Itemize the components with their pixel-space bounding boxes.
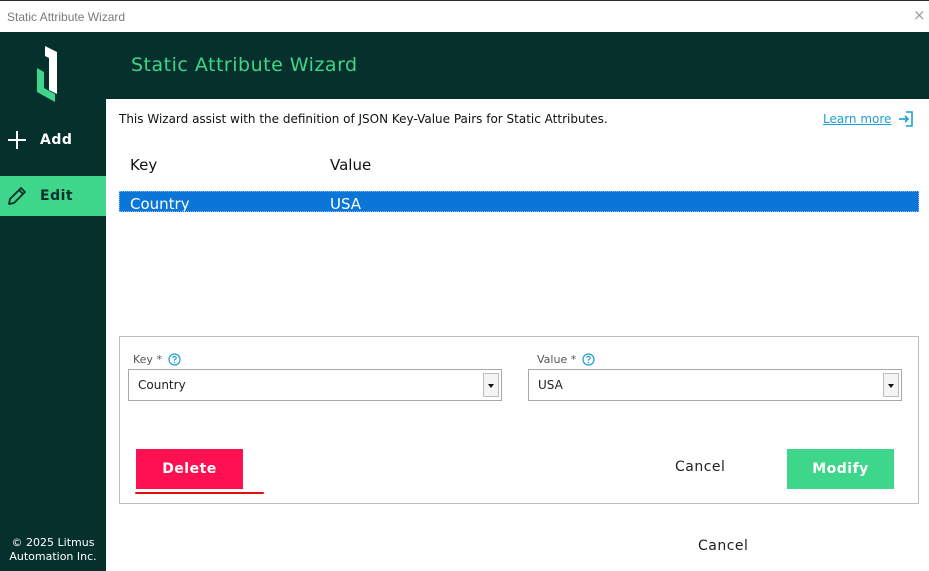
table-cell-key: Country [130, 195, 190, 212]
sidebar-item-label: Edit [40, 188, 74, 204]
page-title: Static Attribute Wizard [131, 54, 358, 76]
key-combobox-value: Country [138, 378, 186, 392]
copyright-line: © 2025 Litmus [11, 536, 95, 549]
pencil-icon [8, 187, 26, 205]
edit-panel: Key * Value * Country USA Delete Cancel … [119, 336, 919, 504]
annotation-underline [135, 492, 264, 494]
main-content: This Wizard assist with the definition o… [106, 99, 929, 571]
cancel-button[interactable]: Cancel [698, 538, 748, 554]
sign-in-arrow-icon[interactable] [897, 110, 915, 128]
column-header-key[interactable]: Key [130, 156, 157, 174]
litmus-logo-icon [37, 46, 57, 102]
cancel-edit-button[interactable]: Cancel [675, 459, 725, 475]
copyright: © 2025 Litmus Automation Inc. [0, 536, 106, 564]
chevron-down-icon[interactable] [483, 373, 499, 397]
value-combobox[interactable]: USA [528, 369, 902, 401]
key-label-text: Key * [133, 353, 162, 366]
learn-more-link[interactable]: Learn more [823, 112, 891, 126]
value-combobox-value: USA [538, 378, 563, 392]
titlebar: Static Attribute Wizard × [0, 0, 929, 32]
key-field-label: Key * [133, 353, 181, 366]
value-label-text: Value * [537, 353, 577, 366]
value-field-label: Value * [537, 353, 595, 366]
sidebar-item-edit[interactable]: Edit [0, 176, 106, 216]
delete-button[interactable]: Delete [136, 449, 243, 489]
close-icon[interactable]: × [913, 7, 927, 23]
column-header-value[interactable]: Value [330, 156, 371, 174]
table-row[interactable]: Country USA [119, 191, 919, 212]
sidebar: Add Edit © 2025 Litmus Automation Inc. [0, 32, 106, 571]
help-icon[interactable] [582, 353, 595, 366]
table-cell-value: USA [330, 195, 362, 212]
chevron-down-icon[interactable] [883, 373, 899, 397]
sidebar-item-add[interactable]: Add [0, 120, 106, 160]
help-icon[interactable] [168, 353, 181, 366]
wizard-window: Static Attribute Wizard × Add Edit © 202… [0, 0, 929, 571]
copyright-line: Automation Inc. [9, 550, 97, 563]
modify-button[interactable]: Modify [787, 449, 894, 489]
key-combobox[interactable]: Country [128, 369, 502, 401]
window-title: Static Attribute Wizard [7, 10, 126, 24]
page-header: Static Attribute Wizard [106, 32, 929, 99]
plus-icon [8, 131, 26, 149]
sidebar-item-label: Add [40, 132, 73, 148]
intro-text: This Wizard assist with the definition o… [119, 112, 608, 126]
